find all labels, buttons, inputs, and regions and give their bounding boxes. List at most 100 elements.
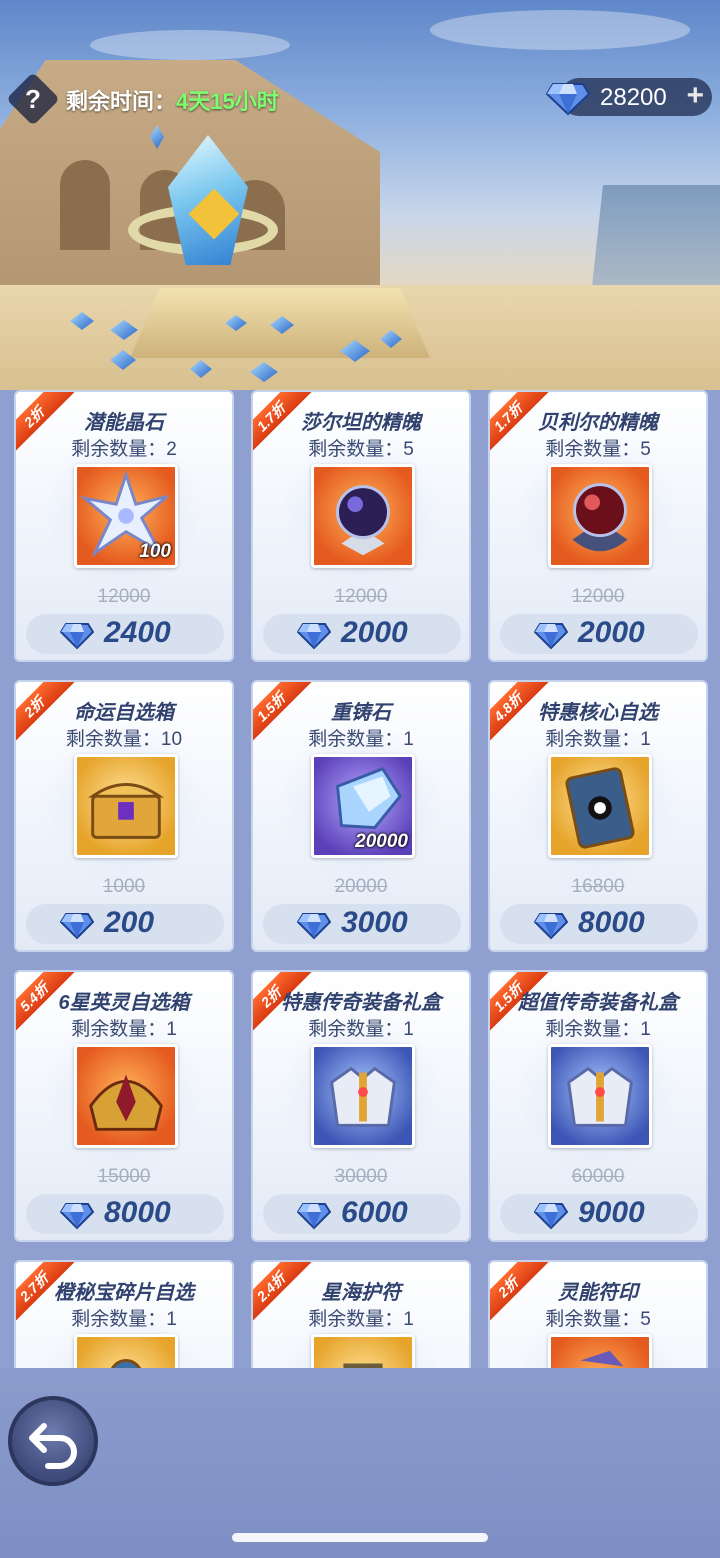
remaining-quantity: 剩余数量：1 — [308, 1309, 414, 1330]
original-price: 16800 — [571, 876, 625, 897]
buy-button[interactable]: 2400 — [26, 614, 224, 654]
shop-item-card[interactable]: 1.7折 莎尔坦的精魄 剩余数量：5 12000 2000 — [251, 390, 471, 662]
item-icon[interactable]: 100 — [74, 464, 178, 568]
item-icon[interactable] — [548, 754, 652, 858]
original-price: 60000 — [571, 1166, 625, 1187]
diamond-icon — [534, 1203, 568, 1230]
original-price: 15000 — [97, 1166, 151, 1187]
diamond-icon — [60, 623, 94, 650]
question-icon: ? — [25, 83, 41, 114]
shop-item-card[interactable]: 4.8折 特惠核心自选 剩余数量：1 16800 8000 — [488, 680, 708, 952]
item-icon[interactable] — [548, 464, 652, 568]
sale-price: 2400 — [104, 616, 171, 649]
buy-button[interactable]: 8000 — [500, 904, 698, 944]
original-price: 30000 — [334, 1166, 388, 1187]
add-currency-button[interactable]: + — [686, 79, 704, 113]
sale-price: 8000 — [578, 906, 645, 939]
shop-item-card[interactable]: 2折 灵能符印 剩余数量：5 — [488, 1260, 708, 1368]
original-price: 20000 — [334, 876, 388, 897]
sale-price: 3000 — [341, 906, 408, 939]
item-name: 灵能符印 — [558, 1282, 638, 1304]
shop-item-card[interactable]: 2.4折 星海护符 剩余数量：1 — [251, 1260, 471, 1368]
item-icon[interactable] — [311, 1334, 415, 1368]
shop-item-card[interactable]: 1.7折 贝利尔的精魄 剩余数量：5 12000 2000 — [488, 390, 708, 662]
original-price: 12000 — [571, 586, 625, 607]
remaining-quantity: 剩余数量：5 — [545, 439, 651, 460]
remaining-quantity: 剩余数量：5 — [308, 439, 414, 460]
item-icon[interactable]: 20000 — [311, 754, 415, 858]
shop-item-card[interactable]: 1.5折 重铸石 剩余数量：1 20000 20000 3000 — [251, 680, 471, 952]
item-name: 重铸石 — [331, 702, 391, 724]
item-name: 命运自选箱 — [74, 702, 174, 724]
buy-button[interactable]: 200 — [26, 904, 224, 944]
diamond-icon — [534, 913, 568, 940]
item-name: 莎尔坦的精魄 — [301, 412, 421, 434]
original-price: 1000 — [102, 876, 146, 897]
timer-value: 4天15小时 — [176, 89, 279, 114]
diamond-icon — [297, 913, 331, 940]
remaining-quantity: 剩余数量：1 — [545, 1019, 651, 1040]
item-name: 6星英灵自选箱 — [58, 992, 190, 1014]
item-name: 特惠核心自选 — [538, 702, 658, 724]
shop-item-card[interactable]: 5.4折 6星英灵自选箱 剩余数量：1 15000 8000 — [14, 970, 234, 1242]
shop-item-card[interactable]: 2折 特惠传奇装备礼盒 剩余数量：1 30000 6000 — [251, 970, 471, 1242]
home-indicator — [232, 1533, 488, 1542]
shop-item-card[interactable]: 1.5折 超值传奇装备礼盒 剩余数量：1 60000 9000 — [488, 970, 708, 1242]
item-icon[interactable] — [548, 1334, 652, 1368]
item-name: 橙秘宝碎片自选 — [54, 1282, 194, 1304]
item-name: 星海护符 — [321, 1282, 401, 1304]
shop-item-card[interactable]: 2折 潜能晶石 剩余数量：2 100 12000 2400 — [14, 390, 234, 662]
diamond-icon — [534, 623, 568, 650]
diamond-icon — [60, 1203, 94, 1230]
remaining-quantity: 剩余数量：2 — [71, 439, 177, 460]
remaining-quantity: 剩余数量：1 — [71, 1019, 177, 1040]
remaining-quantity: 剩余数量：1 — [71, 1309, 177, 1330]
remaining-quantity: 剩余数量：1 — [545, 729, 651, 750]
remaining-quantity: 剩余数量：5 — [545, 1309, 651, 1330]
item-name: 超值传奇装备礼盒 — [518, 992, 678, 1014]
item-icon[interactable] — [311, 464, 415, 568]
buy-button[interactable]: 2000 — [500, 614, 698, 654]
diamond-icon — [297, 623, 331, 650]
original-price: 12000 — [334, 586, 388, 607]
item-name: 贝利尔的精魄 — [538, 412, 658, 434]
diamond-icon — [297, 1203, 331, 1230]
diamond-icon — [60, 913, 94, 940]
sale-price: 2000 — [578, 616, 645, 649]
help-button[interactable]: ? — [6, 72, 60, 126]
sale-price: 2000 — [341, 616, 408, 649]
remaining-quantity: 剩余数量：10 — [65, 729, 183, 750]
buy-button[interactable]: 3000 — [263, 904, 461, 944]
item-icon[interactable] — [74, 754, 178, 858]
shop-grid: 2折 潜能晶石 剩余数量：2 100 12000 2400 1.7折 莎尔坦的精魄 剩余数量：5… — [0, 390, 720, 1368]
back-arrow-icon — [29, 1423, 77, 1469]
item-quantity: 20000 — [355, 831, 408, 852]
shop-item-card[interactable]: 2.7折 橙秘宝碎片自选 剩余数量：1 — [14, 1260, 234, 1368]
remaining-quantity: 剩余数量：1 — [308, 1019, 414, 1040]
item-name: 特惠传奇装备礼盒 — [281, 992, 441, 1014]
diamond-icon — [545, 83, 591, 116]
item-name: 潜能晶石 — [84, 412, 164, 434]
item-quantity: 100 — [139, 541, 171, 562]
item-icon[interactable] — [311, 1044, 415, 1148]
buy-button[interactable]: 2000 — [263, 614, 461, 654]
buy-button[interactable]: 6000 — [263, 1194, 461, 1234]
item-icon[interactable] — [74, 1334, 178, 1368]
remaining-quantity: 剩余数量：1 — [308, 729, 414, 750]
timer-label: 剩余时间： — [66, 89, 177, 114]
buy-button[interactable]: 8000 — [26, 1194, 224, 1234]
bottom-bar — [0, 1368, 720, 1558]
item-icon[interactable] — [74, 1044, 178, 1148]
event-banner: ? 剩余时间：4天15小时 28200 + — [0, 0, 720, 390]
remaining-time: 剩余时间：4天15小时 — [66, 84, 279, 116]
buy-button[interactable]: 9000 — [500, 1194, 698, 1234]
original-price: 12000 — [97, 586, 151, 607]
sale-price: 200 — [104, 906, 155, 939]
back-button[interactable] — [8, 1396, 98, 1486]
item-icon[interactable] — [548, 1044, 652, 1148]
sale-price: 9000 — [578, 1196, 645, 1229]
currency-value: 28200 — [600, 84, 667, 111]
shop-item-card[interactable]: 2折 命运自选箱 剩余数量：10 1000 200 — [14, 680, 234, 952]
sale-price: 8000 — [104, 1196, 171, 1229]
sale-price: 6000 — [341, 1196, 408, 1229]
